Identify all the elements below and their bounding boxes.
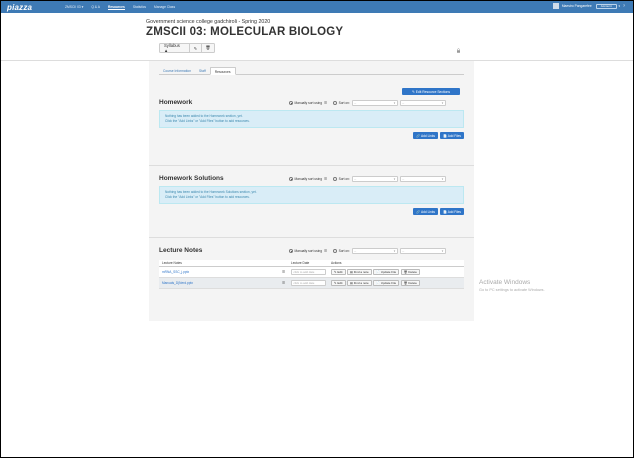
tab-resources[interactable]: Resources <box>209 67 236 75</box>
nav-manage-class[interactable]: Manage Class <box>154 5 175 9</box>
sort-field-select[interactable]: -- ▾ <box>351 176 398 182</box>
lecture-notes-table: Lecture Notes Lecture Date Actions mRNA_… <box>159 260 464 289</box>
nav-user-area: Maestro Pangarefee Account ▾ ? <box>552 3 625 9</box>
section-title: Lecture Notes <box>159 247 203 254</box>
app-window: piazza ZMSCII 03 ▾ Q & A Resources Stati… <box>0 0 634 458</box>
course-subtitle: Government science college gadchiroli - … <box>146 19 271 25</box>
section-divider <box>149 237 474 238</box>
sort-on-label: Sort on: <box>338 101 350 105</box>
sort-controls: Manually sort using ☰ Sort on: -- ▾ -- ▾ <box>289 247 448 255</box>
help-icon[interactable]: ? <box>623 4 625 8</box>
table-row: mRNA_SSC_j.pptx ☰ click to add date ✎ Ed… <box>159 267 464 278</box>
chevron-down-icon: ▾ <box>393 249 396 253</box>
lecture-date-input[interactable]: click to add date <box>291 269 326 275</box>
sort-controls: Manually sort using ☰ Sort on: -- ▾ -- ▾ <box>289 99 448 107</box>
homework-solutions-section: Homework Solutions Manually sort using ☰… <box>159 175 464 223</box>
find-note-button[interactable]: ▤ Find a note <box>347 280 372 286</box>
column-header-notes: Lecture Notes <box>162 261 182 265</box>
sort-on-radio[interactable] <box>333 101 338 105</box>
chevron-down-icon: ▾ <box>393 101 396 105</box>
add-links-button[interactable]: 🔗 Add Links <box>413 208 439 215</box>
manual-sort-radio[interactable] <box>289 177 293 181</box>
find-note-button[interactable]: ▤ Find a note <box>347 269 372 275</box>
trash-icon[interactable]: 🗑 <box>202 44 214 52</box>
drag-handle-icon: ☰ <box>323 177 328 181</box>
manual-sort-label: Manually sort using <box>294 249 322 253</box>
piazza-logo[interactable]: piazza <box>7 3 57 12</box>
edit-button[interactable]: ✎ Edit <box>331 269 346 275</box>
nav-class-dropdown[interactable]: ZMSCII 03 ▾ <box>65 5 83 9</box>
sort-field-select[interactable]: -- ▾ <box>351 248 398 254</box>
nav-qa[interactable]: Q & A <box>91 5 100 9</box>
calendar-icon[interactable]: ☰ <box>282 270 285 274</box>
homework-section: Homework Manually sort using ☰ Sort on: … <box>159 99 464 147</box>
manual-sort-label: Manually sort using <box>294 101 322 105</box>
chevron-down-icon: ▾ <box>441 249 444 253</box>
avatar[interactable] <box>552 3 559 9</box>
sort-controls: Manually sort using ☰ Sort on: -- ▾ -- ▾ <box>289 175 448 183</box>
sort-on-radio[interactable] <box>333 177 338 181</box>
sort-order-select[interactable]: -- ▾ <box>399 248 446 254</box>
account-button[interactable]: Account <box>595 3 617 9</box>
sort-order-select[interactable]: -- ▾ <box>399 100 446 106</box>
course-button-group: Syllabus ▲ ✎ 🗑 <box>159 43 215 53</box>
empty-info-box: Nothing has been added to the Homework S… <box>159 186 464 204</box>
top-navbar: piazza ZMSCII 03 ▾ Q & A Resources Stati… <box>1 1 633 13</box>
update-file-button[interactable]: 📄 Update File <box>373 280 400 286</box>
edit-button[interactable]: ✎ Edit <box>331 280 346 286</box>
chevron-down-icon: ▾ <box>441 177 444 181</box>
tab-course-information[interactable]: Course Information <box>159 67 195 75</box>
sort-on-label: Sort on: <box>338 249 350 253</box>
section-title: Homework <box>159 99 193 106</box>
manual-sort-label: Manually sort using <box>294 177 322 181</box>
course-tabs: Course Information Staff Resources <box>159 67 464 75</box>
page-title: ZMSCII 03: MOLECULAR BIOLOGY <box>146 26 344 38</box>
delete-button[interactable]: 🗑 Delete <box>400 269 420 275</box>
add-links-button[interactable]: 🔗 Add Links <box>413 132 439 139</box>
lecture-notes-section: Lecture Notes Manually sort using ☰ Sort… <box>159 247 464 317</box>
nav-resources[interactable]: Resources <box>107 5 125 10</box>
resources-panel: Course Information Staff Resources ✎ Edi… <box>149 61 474 321</box>
tab-staff[interactable]: Staff <box>195 67 210 75</box>
edit-resource-sections-button[interactable]: ✎ Edit Resource Sections <box>402 88 460 95</box>
chevron-down-icon: ▾ <box>441 101 444 105</box>
sort-field-select[interactable]: -- ▾ <box>351 100 398 106</box>
calendar-icon[interactable]: ☰ <box>282 281 285 285</box>
chevron-down-icon: ▾ <box>393 177 396 181</box>
lecture-file-link[interactable]: Manuals_D(Nerd.pptx <box>162 281 193 285</box>
empty-info-box: Nothing has been added to the Homework s… <box>159 110 464 128</box>
section-buttons: 🔗 Add Links 📄 Add Files <box>411 132 464 139</box>
course-header: Government science college gadchiroli - … <box>1 13 633 61</box>
chevron-down-icon[interactable]: ▾ <box>619 4 621 8</box>
column-header-date: Lecture Date <box>291 261 310 265</box>
manual-sort-radio[interactable] <box>289 249 293 253</box>
add-files-button[interactable]: 📄 Add Files <box>440 208 464 215</box>
section-buttons: 🔗 Add Links 📄 Add Files <box>411 208 464 215</box>
update-file-button[interactable]: 📄 Update File <box>373 269 400 275</box>
sort-order-select[interactable]: -- ▾ <box>399 176 446 182</box>
activate-windows-watermark: Activate Windows Go to PC settings to ac… <box>479 279 545 292</box>
pencil-icon[interactable]: ✎ <box>190 44 202 52</box>
manual-sort-radio[interactable] <box>289 101 293 105</box>
lecture-date-input[interactable]: click to add date <box>291 280 326 286</box>
sort-on-radio[interactable] <box>333 249 338 253</box>
section-title: Homework Solutions <box>159 175 224 182</box>
drag-handle-icon: ☰ <box>323 101 328 105</box>
syllabus-button[interactable]: Syllabus ▲ <box>160 43 190 53</box>
sort-on-label: Sort on: <box>338 177 350 181</box>
user-name[interactable]: Maestro Pangarefee <box>562 4 592 8</box>
add-files-button[interactable]: 📄 Add Files <box>440 132 464 139</box>
nav-statistics[interactable]: Statistics <box>133 5 146 9</box>
table-header: Lecture Notes Lecture Date Actions <box>159 260 464 267</box>
table-row: Manuals_D(Nerd.pptx ☰ click to add date … <box>159 278 464 289</box>
drag-handle-icon: ☰ <box>323 249 328 253</box>
column-header-actions: Actions <box>331 261 342 265</box>
lecture-file-link[interactable]: mRNA_SSC_j.pptx <box>162 270 189 274</box>
lock-icon <box>457 48 460 53</box>
delete-button[interactable]: 🗑 Delete <box>400 280 420 286</box>
section-divider <box>149 165 474 166</box>
